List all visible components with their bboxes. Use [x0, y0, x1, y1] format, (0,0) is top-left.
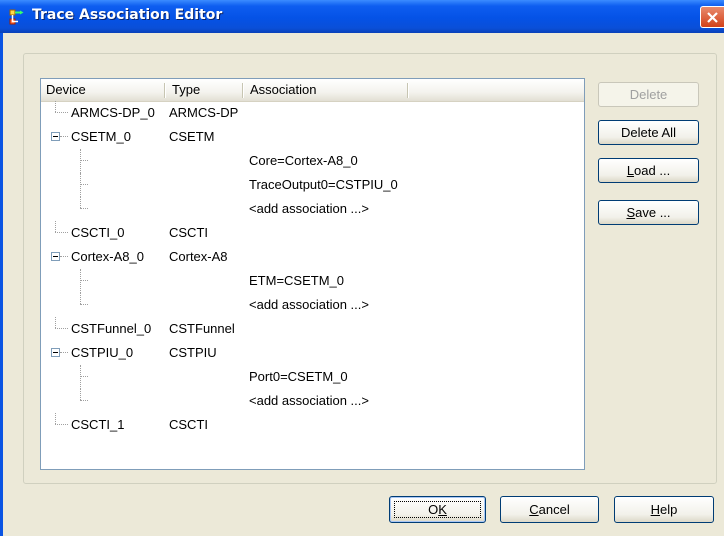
delete-button[interactable]: Delete [598, 82, 699, 107]
close-icon [707, 12, 718, 23]
association-row[interactable]: ETM=CSETM_0 [41, 269, 584, 293]
association-cell[interactable]: Core=Cortex-A8_0 [249, 153, 358, 168]
list-header: Device Type Association [41, 79, 584, 102]
association-row[interactable]: <add association ...> [41, 197, 584, 221]
device-row[interactable]: ARMCS-DP_0 ARMCS-DP [41, 101, 584, 125]
load-button-label: Load ... [626, 163, 671, 178]
type-cell: ARMCS-DP [169, 105, 239, 120]
type-cell: CSCTI [169, 417, 208, 432]
tree-connector [55, 232, 68, 233]
window-title: Trace Association Editor [32, 7, 223, 23]
help-button[interactable]: Help [614, 496, 714, 523]
device-row[interactable]: CSTPIU_0 CSTPIU [41, 341, 584, 365]
trace-association-icon [9, 9, 25, 25]
tree-connector [80, 149, 81, 173]
minus-box-icon[interactable] [51, 252, 60, 261]
tree-connector [80, 376, 88, 377]
save-button-label: Save ... [626, 205, 671, 220]
association-cell[interactable]: <add association ...> [249, 393, 369, 408]
cancel-button[interactable]: Cancel [500, 496, 599, 523]
tree-connector [80, 389, 81, 400]
type-cell: CSTFunnel [169, 321, 235, 336]
type-cell: Cortex-A8 [169, 249, 228, 264]
tree-connector [80, 304, 88, 305]
column-divider[interactable] [242, 83, 244, 98]
device-row[interactable]: Cortex-A8_0 Cortex-A8 [41, 245, 584, 269]
device-cell: CSETM_0 [71, 129, 131, 144]
title-bar[interactable]: Trace Association Editor [0, 0, 724, 33]
tree-connector [80, 197, 81, 208]
association-cell[interactable]: <add association ...> [249, 201, 369, 216]
tree-connector [60, 136, 68, 137]
association-row[interactable]: Port0=CSETM_0 [41, 365, 584, 389]
column-header-association[interactable]: Association [245, 79, 407, 101]
tree-connector [55, 221, 56, 232]
device-row[interactable]: CSCTI_1 CSCTI [41, 413, 584, 437]
device-row[interactable]: CSCTI_0 CSCTI [41, 221, 584, 245]
close-button[interactable] [700, 6, 724, 28]
tree-connector [55, 424, 68, 425]
tree-connector [80, 160, 88, 161]
tree-connector [80, 173, 81, 197]
device-cell: ARMCS-DP_0 [71, 105, 155, 120]
minus-box-icon[interactable] [51, 348, 60, 357]
tree-connector [80, 280, 88, 281]
ok-button-label: OK [428, 502, 447, 517]
tree-connector [80, 293, 81, 304]
association-list[interactable]: Device Type Association ARMCS-DP_0 ARMCS-… [40, 78, 585, 470]
type-cell: CSTPIU [169, 345, 217, 360]
device-cell: CSCTI_0 [71, 225, 125, 240]
tree-connector [80, 269, 81, 293]
association-cell[interactable]: Port0=CSETM_0 [249, 369, 348, 384]
minus-box-icon[interactable] [51, 132, 60, 141]
tree-connector [55, 328, 68, 329]
tree-connector [60, 256, 68, 257]
association-row[interactable]: <add association ...> [41, 293, 584, 317]
device-cell: CSCTI_1 [71, 417, 125, 432]
association-cell[interactable]: <add association ...> [249, 297, 369, 312]
association-cell[interactable]: TraceOutput0=CSTPIU_0 [249, 177, 398, 192]
type-cell: CSETM [169, 129, 215, 144]
tree-connector [55, 413, 56, 424]
tree-connector [80, 208, 88, 209]
tree-connector [55, 317, 56, 328]
device-cell: Cortex-A8_0 [71, 249, 144, 264]
association-row[interactable]: Core=Cortex-A8_0 [41, 149, 584, 173]
column-divider[interactable] [164, 83, 166, 98]
association-cell[interactable]: ETM=CSETM_0 [249, 273, 344, 288]
tree-connector [60, 352, 68, 353]
help-button-label: Help [650, 502, 678, 517]
column-header-type[interactable]: Type [167, 79, 242, 101]
association-row[interactable]: TraceOutput0=CSTPIU_0 [41, 173, 584, 197]
device-row[interactable]: CSTFunnel_0 CSTFunnel [41, 317, 584, 341]
delete-all-button-label: Delete All [621, 125, 676, 140]
type-cell: CSCTI [169, 225, 208, 240]
tree-connector [55, 101, 56, 112]
dialog-window: Trace Association Editor Device Type Ass… [0, 0, 724, 536]
device-cell: CSTPIU_0 [71, 345, 134, 360]
column-header-device[interactable]: Device [41, 79, 164, 101]
column-divider[interactable] [407, 83, 409, 98]
association-row[interactable]: <add association ...> [41, 389, 584, 413]
tree-connector [80, 400, 88, 401]
tree-connector [55, 112, 68, 113]
delete-all-button[interactable]: Delete All [598, 120, 699, 145]
load-button[interactable]: Load ... [598, 158, 699, 183]
ok-button[interactable]: OK [389, 496, 486, 523]
device-row[interactable]: CSETM_0 CSETM [41, 125, 584, 149]
delete-button-label: Delete [629, 87, 668, 102]
device-cell: CSTFunnel_0 [71, 321, 152, 336]
cancel-button-label: Cancel [529, 502, 570, 517]
tree-connector [80, 184, 88, 185]
tree-connector [80, 365, 81, 389]
save-button[interactable]: Save ... [598, 200, 699, 225]
